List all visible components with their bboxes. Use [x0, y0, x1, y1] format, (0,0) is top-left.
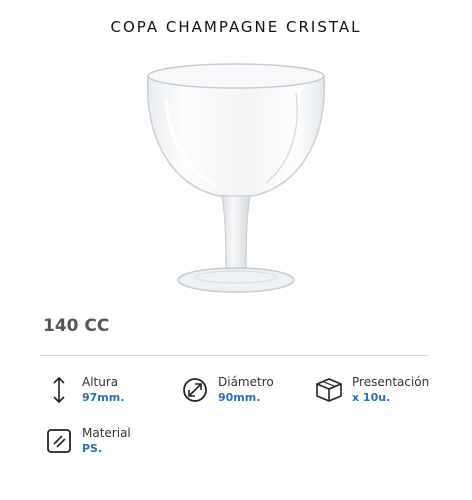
spec-diametro-value: 90mm.: [218, 391, 261, 404]
diameter-icon: [183, 378, 207, 402]
box-icon: [316, 378, 342, 402]
spec-diametro: Diámetro 90mm.: [180, 375, 274, 405]
spec-diametro-label: Diámetro: [218, 375, 274, 389]
spec-material-label: Material: [82, 426, 131, 440]
spec-material: Material PS.: [44, 426, 131, 456]
spec-altura-value: 97mm.: [82, 391, 125, 404]
spec-material-value: PS.: [82, 442, 103, 455]
divider: [40, 355, 428, 356]
spec-presentacion: Presentación x 10u.: [314, 375, 429, 405]
spec-altura-label: Altura: [82, 375, 119, 389]
spec-altura: Altura 97mm.: [44, 375, 124, 405]
spec-presentacion-value: x 10u.: [352, 391, 391, 404]
material-icon: [47, 429, 71, 453]
height-arrows-icon: [53, 376, 65, 404]
spec-presentacion-label: Presentación: [352, 375, 430, 389]
product-title: COPA CHAMPAGNE CRISTAL: [110, 18, 362, 36]
champagne-glass-image: [146, 63, 326, 293]
capacity-label: 140 CC: [43, 316, 110, 336]
